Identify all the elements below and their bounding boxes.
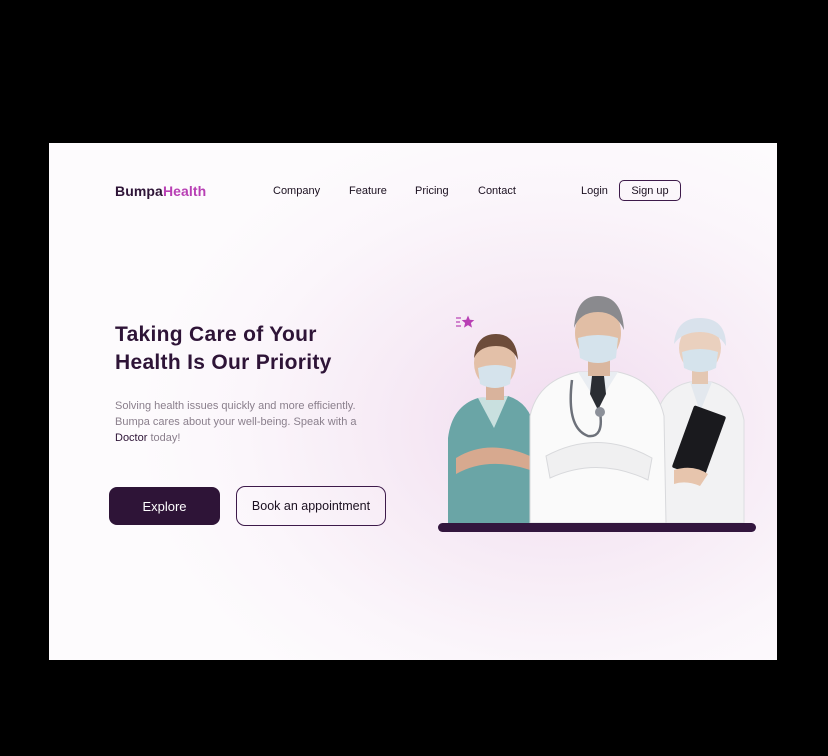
hero-subtitle-end: today! [147, 432, 181, 444]
signup-button[interactable]: Sign up [619, 180, 681, 201]
hero-title: Taking Care of Your Health Is Our Priori… [115, 321, 415, 377]
nav-link-contact[interactable]: Contact [478, 185, 516, 197]
landing-page: BumpaHealth Company Feature Pricing Cont… [49, 143, 777, 660]
hero-subtitle: Solving health issues quickly and more e… [115, 398, 385, 446]
nav-link-pricing[interactable]: Pricing [415, 185, 449, 197]
brand-name-part2: Health [162, 183, 207, 199]
hero-title-line2: Health Is Our Priority [115, 351, 332, 374]
nav-link-company[interactable]: Company [273, 185, 320, 197]
login-link[interactable]: Login [581, 185, 608, 197]
nav-link-feature[interactable]: Feature [349, 185, 387, 197]
hero-subtitle-text: Solving health issues quickly and more e… [115, 400, 357, 428]
doctor-right-figure [655, 318, 745, 524]
explore-button[interactable]: Explore [109, 487, 220, 525]
brand-logo[interactable]: BumpaHealth [115, 183, 206, 199]
nurse-left-figure [448, 334, 536, 523]
hero-title-line1: Taking Care of Your [115, 323, 317, 346]
ground-bar [438, 523, 756, 532]
brand-name-part1: Bumpa [115, 183, 163, 199]
doctors-illustration [438, 296, 756, 532]
book-appointment-button[interactable]: Book an appointment [236, 486, 386, 526]
doctor-center-figure [529, 296, 667, 524]
doctor-highlight: Doctor [115, 432, 148, 444]
